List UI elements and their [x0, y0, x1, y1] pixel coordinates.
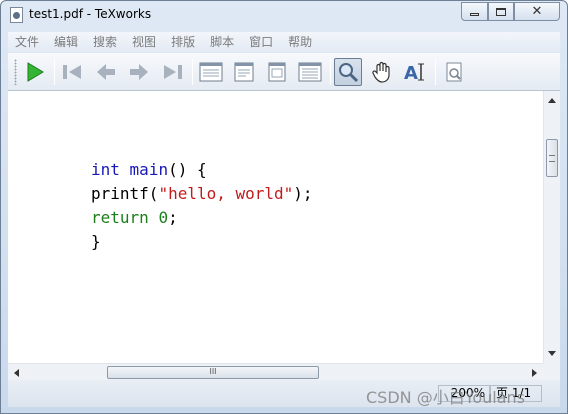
code-token: ; [168, 208, 178, 227]
horizontal-scrollbar[interactable]: III [8, 363, 543, 380]
menu-help[interactable]: 帮助 [288, 32, 312, 52]
code-token: ); [293, 184, 313, 203]
typeset-button[interactable] [21, 58, 49, 86]
code-token: "hello, world" [158, 184, 294, 203]
code-token: int [91, 160, 120, 179]
code-snippet: int main() {printf("hello, world"); retur… [91, 158, 313, 254]
menu-edit[interactable]: 编辑 [54, 32, 78, 52]
toolbar: A [8, 53, 560, 91]
text-select-icon: A [404, 63, 424, 83]
menu-search[interactable]: 搜索 [93, 32, 117, 52]
minimize-icon [470, 12, 479, 16]
first-page-icon [63, 65, 81, 79]
vertical-scrollbar[interactable] [543, 91, 560, 363]
hand-tool-button[interactable] [368, 58, 396, 86]
menu-view[interactable]: 视图 [132, 32, 156, 52]
text-select-tool-button[interactable]: A [401, 58, 429, 86]
menu-typeset[interactable]: 排版 [171, 32, 195, 52]
magnifier-icon [339, 63, 359, 83]
hand-icon [372, 61, 390, 83]
title-bar: test1.pdf - TeXworks ✕ [1, 1, 567, 29]
close-icon: ✕ [531, 4, 543, 19]
previous-page-icon [97, 64, 115, 80]
scroll-down-icon[interactable] [548, 351, 556, 356]
app-window: test1.pdf - TeXworks ✕ 文件 编辑 搜索 视图 排版 脚本… [0, 0, 568, 414]
scroll-up-icon[interactable] [548, 98, 556, 103]
fit-window-icon [268, 62, 286, 82]
code-token: () { [168, 160, 207, 179]
first-page-button[interactable] [58, 58, 86, 86]
code-token: return [91, 208, 149, 227]
next-page-icon [130, 64, 148, 80]
fit-width-button[interactable] [230, 58, 258, 86]
last-page-icon [164, 65, 182, 79]
svg-text:A: A [404, 63, 418, 83]
maximize-icon [496, 7, 506, 16]
magnifier-tool-button[interactable] [334, 58, 362, 86]
typeset-run-icon [27, 62, 44, 82]
scroll-left-icon[interactable] [14, 369, 19, 377]
menu-bar: 文件 编辑 搜索 视图 排版 脚本 窗口 帮助 [8, 32, 560, 52]
actual-size-icon [199, 62, 223, 82]
watermark: CSDN @小白Youlans [366, 388, 526, 407]
vertical-scroll-thumb[interactable] [546, 139, 558, 177]
actual-size-button[interactable] [197, 58, 225, 86]
next-page-button[interactable] [125, 58, 153, 86]
menu-file[interactable]: 文件 [15, 32, 39, 52]
menu-window[interactable]: 窗口 [249, 32, 273, 52]
last-page-button[interactable] [159, 58, 187, 86]
page-preview-button[interactable] [440, 58, 468, 86]
close-button[interactable]: ✕ [514, 2, 560, 21]
toolbar-grip[interactable] [14, 59, 17, 85]
code-line: return 0; [91, 206, 313, 230]
code-line: } [91, 230, 313, 254]
fit-window-button[interactable] [263, 58, 291, 86]
fit-width-icon [234, 62, 254, 82]
code-line: printf("hello, world"); [91, 182, 313, 206]
code-token: } [91, 232, 101, 251]
page-preview-icon [446, 62, 462, 82]
continuous-scroll-icon [298, 62, 322, 82]
code-line: int main() { [91, 158, 313, 182]
pdf-document-icon [10, 7, 23, 23]
continuous-scroll-button[interactable] [296, 58, 324, 86]
horizontal-scroll-thumb[interactable]: III [107, 366, 319, 379]
code-token: 0 [158, 208, 169, 227]
pdf-viewer-page[interactable]: int main() {printf("hello, world"); retur… [8, 91, 543, 363]
maximize-button[interactable] [488, 2, 514, 21]
menu-scripts[interactable]: 脚本 [210, 32, 234, 52]
previous-page-button[interactable] [92, 58, 120, 86]
scroll-corner [543, 363, 560, 380]
minimize-button[interactable] [461, 2, 488, 21]
code-token: main [129, 160, 169, 179]
code-token: printf( [91, 184, 159, 203]
window-title: test1.pdf - TeXworks [29, 7, 152, 21]
scroll-right-icon[interactable] [532, 369, 537, 377]
